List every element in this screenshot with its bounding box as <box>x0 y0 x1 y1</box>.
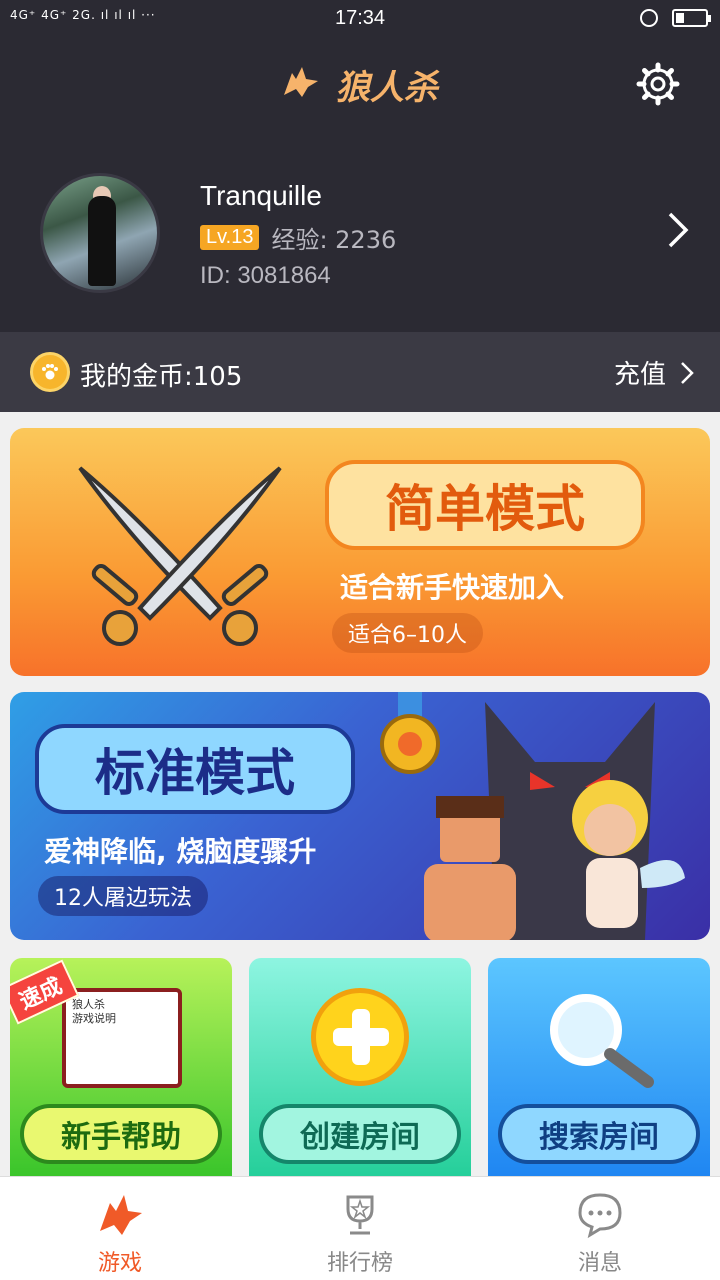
trophy-icon <box>346 1195 374 1235</box>
tab-leaderboard-label: 排行榜 <box>326 1251 393 1276</box>
standard-mode-subtitle: 爱神降临, 烧脑度骤升 <box>44 835 317 868</box>
chat-bubble-icon <box>578 1193 622 1239</box>
recharge-label: 充值 <box>613 360 666 390</box>
level-badge: Lv.13 <box>200 225 260 250</box>
tab-game[interactable]: 游戏 <box>0 1177 240 1280</box>
create-room-label: 创建房间 <box>259 1104 461 1164</box>
paw-coin-icon <box>30 352 70 392</box>
app-title: 狼人杀 <box>0 60 720 109</box>
simple-mode-card[interactable]: 简单模式 适合新手快速加入 适合6–10人 <box>10 428 710 676</box>
beginner-help-card[interactable]: 狼人杀 游戏说明 速成 新手帮助 <box>10 958 232 1176</box>
bottom-tab-bar: 游戏 排行榜 消息 <box>0 1176 720 1280</box>
avatar[interactable] <box>40 173 160 293</box>
crossed-swords-icon <box>78 466 282 646</box>
experience-text: 经验: 2236 <box>271 226 397 254</box>
user-id: ID: 3081864 <box>200 262 331 289</box>
recharge-button[interactable]: 充值 <box>614 354 694 391</box>
chevron-right-icon <box>681 361 694 384</box>
alarm-icon <box>640 9 658 27</box>
search-room-label: 搜索房间 <box>498 1104 700 1164</box>
magnifier-icon <box>550 994 654 1088</box>
simple-mode-title: 简单模式 <box>325 460 645 550</box>
coin-balance: 我的金币:105 <box>80 362 243 392</box>
app-title-text: 狼人杀 <box>335 68 438 108</box>
tab-messages[interactable]: 消息 <box>480 1177 720 1280</box>
cupid-character-icon <box>572 780 685 928</box>
tab-leaderboard[interactable]: 排行榜 <box>240 1177 480 1280</box>
wolf-icon <box>100 1195 142 1235</box>
tab-game-label: 游戏 <box>97 1251 142 1276</box>
manual-book-icon: 狼人杀 游戏说明 <box>62 988 182 1088</box>
create-room-card[interactable]: 创建房间 <box>249 958 471 1176</box>
battery-icon <box>672 9 711 27</box>
username: Tranquille <box>200 180 322 211</box>
standard-mode-player-count: 12人屠边玩法 <box>38 876 208 916</box>
standard-mode-card[interactable]: 标准模式 爱神降临, 烧脑度骤升 12人屠边玩法 <box>10 692 710 940</box>
coin-bar: 我的金币:105 充值 <box>0 332 720 412</box>
medal-icon <box>380 692 440 774</box>
chevron-right-icon[interactable] <box>666 210 690 250</box>
simple-mode-subtitle: 适合新手快速加入 <box>340 571 565 604</box>
simple-mode-player-count: 适合6–10人 <box>332 613 483 653</box>
wolf-logo-icon <box>284 67 319 97</box>
search-room-card[interactable]: 搜索房间 <box>488 958 710 1176</box>
status-time: 17:34 <box>334 7 386 29</box>
profile-header: 狼人杀 Tranquille Lv.13 经验: 2236 ID: 308186… <box>0 40 720 332</box>
tab-messages-label: 消息 <box>577 1251 622 1276</box>
plus-icon <box>311 988 409 1086</box>
battery-level <box>676 13 684 23</box>
beginner-help-label: 新手帮助 <box>20 1104 222 1164</box>
gear-icon[interactable] <box>636 62 680 106</box>
standard-mode-title: 标准模式 <box>35 724 355 814</box>
status-bar: 4G⁺ 4G⁺ 2G. ıl ıl ıl ··· 17:34 <box>0 0 720 40</box>
warrior-character-icon <box>424 796 516 940</box>
